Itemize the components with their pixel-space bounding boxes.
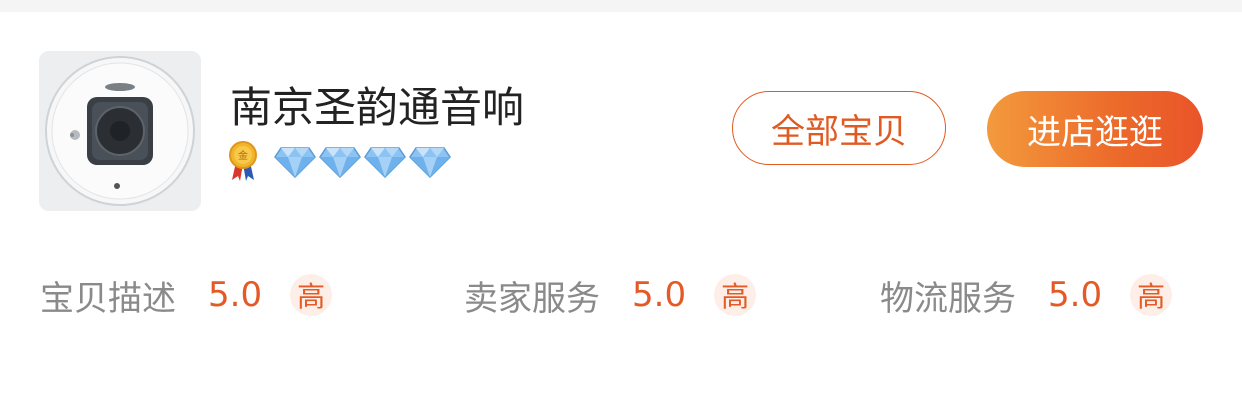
rating-label: 宝贝描述 (40, 278, 176, 319)
rating-level-badge: 高 (290, 274, 333, 316)
rating-label: 卖家服务 (464, 278, 600, 319)
diamond-icon (319, 147, 361, 178)
shop-name[interactable]: 南京圣韵通音响 (230, 82, 524, 134)
medal-glyph: 金 (238, 149, 248, 162)
speaker-product-image (39, 51, 201, 211)
diamond-rating (274, 146, 451, 178)
rating-level-badge: 高 (714, 274, 757, 316)
shop-avatar[interactable] (39, 51, 201, 211)
diamond-icon (274, 147, 316, 178)
diamond-icon (364, 147, 406, 178)
rating-label: 物流服务 (880, 278, 1016, 319)
enter-shop-button[interactable]: 进店逛逛 (987, 91, 1203, 167)
rating-item-logistics: 物流服务 5.0 高 (880, 270, 1173, 320)
rating-score: 5.0 (208, 275, 263, 315)
rating-score: 5.0 (1048, 275, 1103, 315)
top-divider-strip (0, 0, 1242, 12)
gold-medal-icon: 金 (229, 141, 257, 181)
rating-level-badge: 高 (1130, 274, 1173, 316)
rating-item-description: 宝贝描述 5.0 高 (40, 270, 333, 320)
rating-item-service: 卖家服务 5.0 高 (464, 270, 757, 320)
all-items-button[interactable]: 全部宝贝 (732, 91, 946, 165)
diamond-icon (409, 147, 451, 178)
rating-score: 5.0 (632, 275, 687, 315)
